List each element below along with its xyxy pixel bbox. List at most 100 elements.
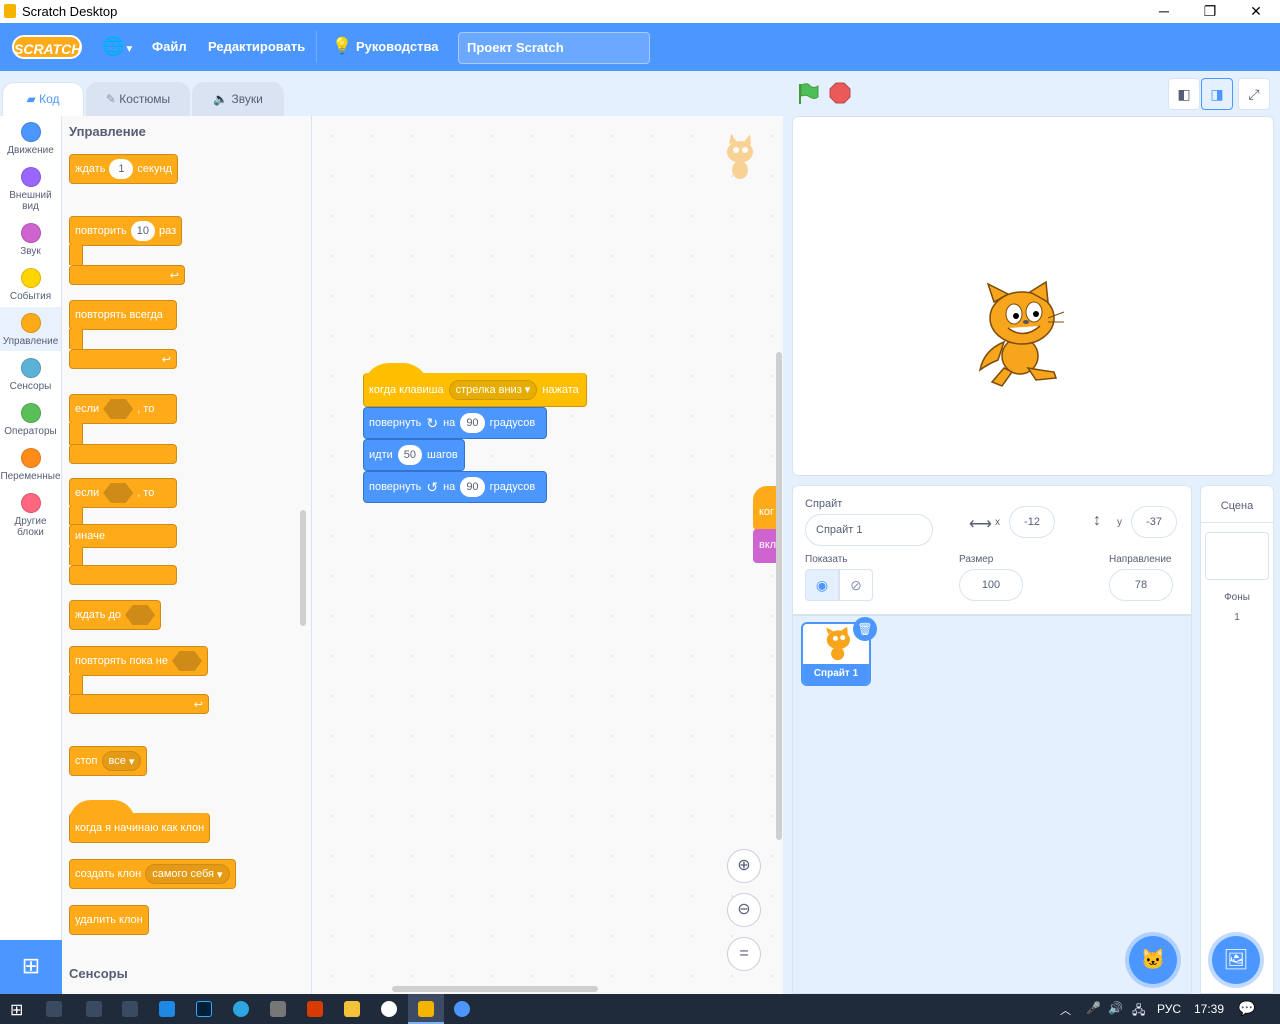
script-move[interactable]: идти 50 шагов (363, 439, 465, 471)
add-extension-button[interactable]: ⊞ (0, 940, 62, 994)
script-when-key-pressed[interactable]: когда клавиша стрелка вниз ▾ нажата (363, 373, 587, 407)
turn-left-degrees-input[interactable]: 90 (460, 477, 485, 497)
notifications-icon[interactable]: 💬 (1238, 1000, 1255, 1017)
category-looks[interactable]: Внешний вид (0, 161, 61, 212)
volume-icon[interactable]: 🔊 (1108, 1001, 1123, 1015)
stop-option-dropdown[interactable]: все ▾ (101, 751, 142, 771)
block-forever[interactable]: повторять всегда (69, 300, 177, 330)
tray-chevron-icon[interactable]: ︿ (1060, 1002, 1071, 1018)
hide-eye-icon[interactable]: ⊘ (839, 569, 873, 601)
tab-code-label: Код (39, 92, 60, 106)
stage-panel[interactable]: Сцена Фоны 1 (1200, 485, 1274, 994)
yandex-icon[interactable] (381, 1001, 397, 1017)
zoom-reset-icon[interactable]: = (727, 937, 761, 971)
condition-slot[interactable] (171, 651, 202, 671)
script-area[interactable] (312, 116, 783, 994)
app3-icon[interactable] (159, 1001, 175, 1017)
repeat-until-bottom: ↩ (69, 694, 209, 714)
direction-input[interactable]: 78 (1109, 569, 1173, 601)
task-view-icon[interactable] (46, 1001, 62, 1017)
block-if-else[interactable]: если, то (69, 478, 177, 508)
key-dropdown[interactable]: стрелка вниз ▾ (448, 379, 538, 400)
taskbar-scratch-active[interactable] (408, 994, 444, 1024)
menu-edit[interactable]: Редактировать (208, 39, 305, 54)
block-create-clone[interactable]: создать клон самого себя ▾ (69, 859, 236, 889)
block-delete-clone[interactable]: удалить клон (69, 905, 149, 935)
category-sensing[interactable]: Сенсоры (0, 352, 61, 392)
app4-icon[interactable] (454, 1001, 470, 1017)
windows-start-icon[interactable]: ⊞ (10, 1000, 23, 1020)
repeat-until-arm (69, 675, 83, 695)
language-globe-icon[interactable]: 🌐▼ (102, 36, 134, 57)
clock[interactable]: 17:39 (1194, 1002, 1224, 1016)
language-indicator[interactable]: РУС (1157, 1002, 1181, 1016)
stop-sign-icon[interactable] (829, 82, 851, 104)
block-repeat-until[interactable]: повторять пока не (69, 646, 208, 676)
x-input[interactable]: -12 (1009, 506, 1055, 538)
add-backdrop-icon[interactable]: 🖼 (1212, 936, 1260, 984)
script-hscrollbar[interactable] (392, 986, 598, 992)
repeat-count-input[interactable]: 10 (130, 221, 155, 241)
palette-scrollbar[interactable] (300, 510, 306, 626)
condition-slot[interactable] (103, 399, 134, 419)
sprite-thumbnail-name: Спрайт 1 (803, 664, 869, 684)
tab-sounds[interactable]: 🔈 Звуки (192, 82, 284, 117)
office-icon[interactable] (307, 1001, 323, 1017)
photoshop-icon[interactable] (196, 1001, 212, 1017)
small-stage-icon[interactable]: ◧ (1168, 78, 1200, 110)
menu-bar: SCRATCH 🌐▼ Файл Редактировать 💡 Руководс… (0, 23, 1280, 71)
size-input[interactable]: 100 (959, 569, 1023, 601)
category-sound[interactable]: Звук (0, 217, 61, 257)
zoom-out-icon[interactable]: ⊖ (727, 893, 761, 927)
delete-sprite-icon[interactable]: 🗑 (853, 617, 877, 641)
turn-right-degrees-input[interactable]: 90 (460, 413, 485, 433)
project-title-input[interactable]: Проект Scratch (458, 32, 650, 64)
scratch-logo[interactable]: SCRATCH (12, 35, 82, 59)
script-turn-right[interactable]: повернуть ↻ на 90 градусов (363, 407, 547, 439)
block-wait[interactable]: ждать 1 секунд (69, 154, 178, 184)
menu-tutorials[interactable]: Руководства (356, 39, 439, 54)
maximize-button[interactable]: ❐ (1187, 0, 1233, 23)
script-turn-left[interactable]: повернуть ↺ на 90 градусов (363, 471, 547, 503)
fullscreen-icon[interactable]: ⤢ (1238, 78, 1270, 110)
tab-costumes[interactable]: ✎ Костюмы (86, 82, 190, 117)
category-myblocks[interactable]: Другие блоки (0, 487, 61, 538)
script-vscrollbar[interactable] (776, 352, 782, 840)
minimize-button[interactable]: ─ (1141, 0, 1187, 23)
block-when-clone-start[interactable]: когда я начинаю как клон (69, 813, 211, 843)
category-operators[interactable]: Операторы (0, 397, 61, 437)
block-wait-until[interactable]: ждать до (69, 600, 162, 630)
block-if-then[interactable]: если, то (69, 394, 177, 424)
sprite-cat[interactable] (974, 280, 1068, 390)
category-motion[interactable]: Движение (0, 116, 61, 156)
menu-file[interactable]: Файл (152, 39, 187, 54)
sprite-name-input[interactable]: Спрайт 1 (805, 514, 933, 546)
show-eye-icon[interactable]: ◉ (805, 569, 839, 601)
category-control[interactable]: Управление (0, 307, 61, 351)
telegram-icon[interactable] (233, 1001, 249, 1017)
block-repeat[interactable]: повторить 10 раз (69, 216, 183, 246)
condition-slot[interactable] (103, 483, 134, 503)
category-variables[interactable]: Переменные (0, 442, 61, 482)
clone-target-dropdown[interactable]: самого себя ▾ (145, 864, 230, 884)
backdrop-thumbnail[interactable] (1205, 532, 1269, 580)
zoom-in-icon[interactable]: ⊕ (727, 849, 761, 883)
tab-code[interactable]: ▰ Код (2, 82, 84, 117)
normal-stage-icon[interactable]: ◨ (1201, 78, 1233, 110)
block-stop[interactable]: стоп все ▾ (69, 746, 148, 776)
close-button[interactable]: ✕ (1233, 0, 1279, 23)
wait-seconds-input[interactable]: 1 (109, 159, 134, 179)
app2-icon[interactable] (122, 1001, 138, 1017)
add-sprite-icon[interactable]: 🐱 (1129, 936, 1177, 984)
add-extension-icon: ⊞ (21, 953, 41, 978)
mic-icon[interactable]: 🎤 (1086, 1001, 1101, 1015)
app1-icon[interactable] (86, 1001, 102, 1017)
store-icon[interactable] (270, 1001, 286, 1017)
green-flag-icon[interactable] (796, 82, 820, 106)
explorer-icon[interactable] (344, 1001, 360, 1017)
category-events[interactable]: События (0, 262, 61, 302)
network-icon[interactable]: 🖧 (1132, 1001, 1145, 1022)
move-steps-input[interactable]: 50 (397, 445, 422, 465)
y-input[interactable]: -37 (1131, 506, 1177, 538)
condition-slot[interactable] (125, 605, 156, 625)
